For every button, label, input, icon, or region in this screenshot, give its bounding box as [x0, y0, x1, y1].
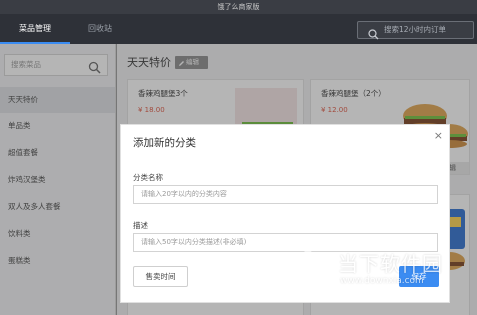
dialog-title: 添加新的分类	[133, 137, 196, 149]
description-placeholder: 请输入50字以内分类描述(非必填)	[141, 238, 247, 246]
watermark-url: www.downxia.com	[340, 276, 424, 286]
watermark-logo-icon	[300, 244, 334, 289]
sale-time-button[interactable]: 售卖时间	[133, 266, 188, 287]
watermark: 当下软件园 www.downxia.com	[292, 242, 477, 302]
close-icon[interactable]: ×	[434, 129, 443, 142]
order-search-placeholder: 搜索12小时内订单	[384, 25, 447, 34]
category-name-placeholder: 请输入20字以内的分类内容	[141, 190, 227, 198]
top-nav: 菜品管理 回收站 搜索12小时内订单	[0, 14, 477, 44]
description-label: 描述	[133, 221, 148, 230]
tab-dish-management[interactable]: 菜品管理	[0, 14, 70, 44]
category-name-input[interactable]: 请输入20字以内的分类内容	[133, 185, 438, 204]
watermark-text: 当下软件园	[338, 252, 443, 276]
tab-recycle-bin[interactable]: 回收站	[78, 14, 122, 44]
order-search-input[interactable]: 搜索12小时内订单	[357, 21, 474, 40]
search-icon	[368, 25, 379, 44]
window-title: 饿了么商家版	[0, 0, 477, 14]
category-name-label: 分类名称	[133, 173, 163, 182]
